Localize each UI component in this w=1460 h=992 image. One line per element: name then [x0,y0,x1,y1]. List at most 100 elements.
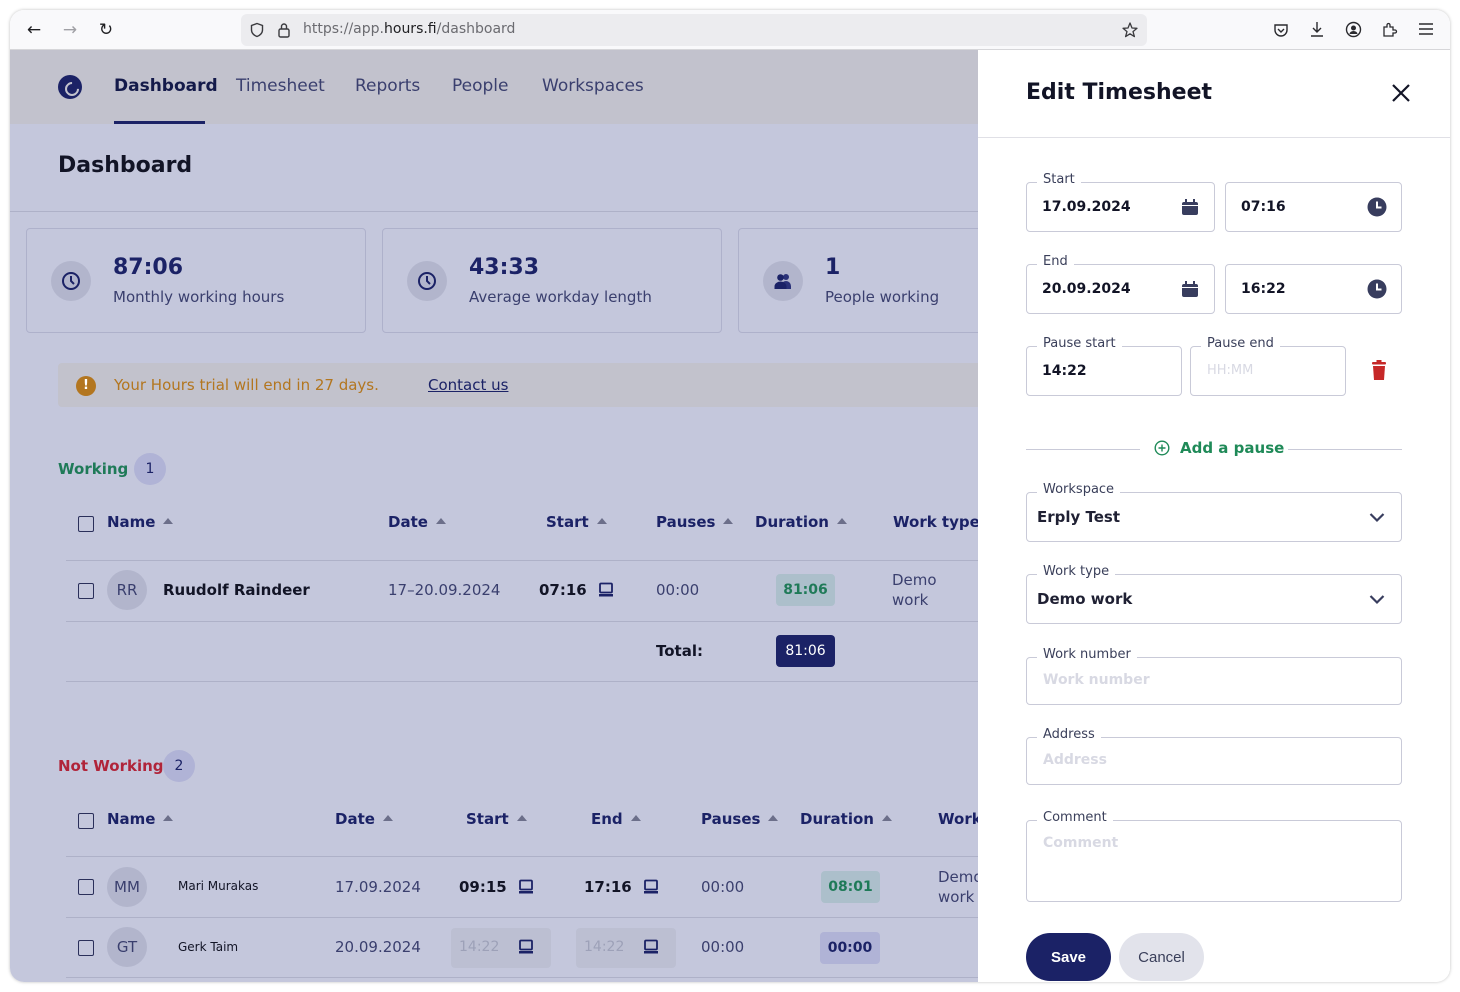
column-header-date[interactable]: Date [335,810,393,828]
not-working-count-badge: 2 [163,750,195,782]
stat-label: Average workday length [469,288,652,306]
people-icon [763,261,803,301]
duration-badge: 81:06 [776,574,835,606]
select-all-not-working-checkbox[interactable] [78,813,94,829]
computer-icon [644,939,658,954]
avatar: GT [107,927,147,967]
add-pause-button[interactable]: Add a pause [1154,439,1284,457]
working-label: Working [58,460,129,478]
plus-circle-icon [1154,440,1170,456]
column-header-date[interactable]: Date [388,513,446,531]
column-header-label: Start [466,810,509,828]
sort-asc-icon [768,814,779,821]
working-count-badge: 1 [134,453,166,485]
calendar-icon[interactable] [1180,279,1200,299]
start-time-field[interactable]: 07:16 [1225,182,1402,232]
nav-workspaces[interactable]: Workspaces [542,76,644,96]
sort-asc-icon [723,517,734,524]
row-name[interactable]: Ruudolf Raindeer [163,581,310,599]
url-bar[interactable]: https://app.hours.fi/dashboard [241,14,1147,46]
column-header-end[interactable]: End [591,810,641,828]
column-header-work-type[interactable]: Work [938,810,978,828]
menu-icon[interactable] [1418,22,1434,36]
url-path: /dashboard [436,21,516,37]
row-checkbox[interactable] [78,879,94,895]
column-header-work-type[interactable]: Work type [893,513,978,531]
column-header-label: Name [107,513,156,531]
download-icon[interactable] [1309,21,1325,38]
work-type-select[interactable]: Work type Demo work [1026,564,1402,624]
row-pauses: 00:00 [656,581,700,599]
row-work-type-line2: work [938,888,975,906]
extensions-icon[interactable] [1381,21,1398,38]
work-number-input[interactable]: Work number Work number [1026,647,1402,705]
comment-placeholder: Comment [1043,835,1119,851]
end-date-value: 20.09.2024 [1042,281,1131,297]
close-icon[interactable] [1388,80,1414,106]
row-checkbox[interactable] [78,940,94,956]
column-header-pauses[interactable]: Pauses [656,513,734,531]
field-label: Start [1037,172,1081,187]
forward-icon[interactable]: → [58,18,82,42]
comment-textarea[interactable]: Comment Comment [1026,810,1402,902]
calendar-icon[interactable] [1180,197,1200,217]
sort-asc-icon [163,814,174,821]
row-pauses: 00:00 [701,878,745,896]
contact-us-link[interactable]: Contact us [428,376,508,394]
drawer-title: Edit Timesheet [1026,80,1213,105]
sort-asc-icon [836,517,847,524]
nav-people[interactable]: People [452,76,508,96]
field-label: Pause start [1037,336,1122,351]
nav-dashboard[interactable]: Dashboard [114,76,218,96]
address-input[interactable]: Address Address [1026,727,1402,785]
column-header-duration[interactable]: Duration [755,513,847,531]
delete-trash-icon[interactable] [1371,360,1387,380]
row-date: 17–20.09.2024 [388,581,501,599]
sort-asc-icon [382,814,393,821]
field-label: Work type [1037,564,1116,579]
row-name[interactable]: Gerk Taim [178,940,238,954]
row-checkbox[interactable] [78,583,94,599]
workspace-select[interactable]: Workspace Erply Test [1026,482,1402,542]
row-end: 14:22 [584,939,625,955]
select-all-working-checkbox[interactable] [78,516,94,532]
column-header-name[interactable]: Name [107,513,174,531]
clock-icon[interactable] [1367,279,1387,299]
trial-text: Your Hours trial will end in 27 days. [114,376,379,394]
end-time-field[interactable]: 16:22 [1225,264,1402,314]
sort-asc-icon [630,814,641,821]
duration-badge: 00:00 [820,932,880,964]
field-label: Address [1037,727,1101,742]
pause-end-field[interactable]: Pause end HH:MM [1190,336,1346,396]
column-header-start[interactable]: Start [466,810,527,828]
cancel-button[interactable]: Cancel [1119,933,1204,981]
start-date-field[interactable]: Start 17.09.2024 [1026,172,1215,232]
hours-logo[interactable] [58,75,82,99]
trial-banner: ! Your Hours trial will end in 27 days. … [58,363,978,407]
back-icon[interactable]: ← [22,18,46,42]
column-header-duration[interactable]: Duration [800,810,892,828]
column-header-pauses[interactable]: Pauses [701,810,779,828]
pocket-icon[interactable] [1273,22,1289,38]
pause-start-field[interactable]: Pause start 14:22 [1026,336,1182,396]
nav-reports[interactable]: Reports [355,76,420,96]
avatar: RR [107,570,147,610]
url-text[interactable]: https://app.hours.fi/dashboard [303,21,515,37]
column-header-start[interactable]: Start [546,513,607,531]
stat-label: People working [825,288,940,306]
row-start: 09:15 [459,878,507,896]
nav-timesheet[interactable]: Timesheet [236,76,325,96]
column-header-name[interactable]: Name [107,810,174,828]
clock-icon[interactable] [1367,197,1387,217]
row-start: 07:16 [539,581,587,599]
end-date-field[interactable]: End 20.09.2024 [1026,254,1215,314]
reload-icon[interactable]: ↻ [94,18,118,42]
sort-asc-icon [435,517,446,524]
save-button[interactable]: Save [1026,933,1111,981]
avatar: MM [107,867,147,907]
field-label: Workspace [1037,482,1121,497]
account-icon[interactable] [1345,21,1362,38]
field-label: Pause end [1201,336,1280,351]
row-name[interactable]: Mari Murakas [178,879,258,893]
bookmark-star-icon[interactable] [1121,21,1139,39]
